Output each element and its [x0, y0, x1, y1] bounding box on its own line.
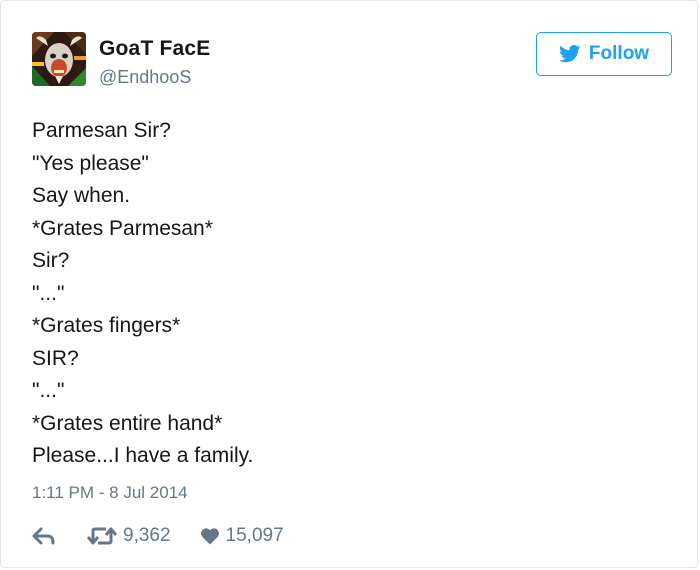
retweet-count: 9,362 [123, 525, 171, 546]
goat-face-avatar-icon [32, 32, 86, 86]
tweet-line: *Grates Parmesan* [32, 216, 213, 240]
tweet-line: Sir? [32, 249, 70, 272]
reply-button[interactable] [32, 527, 56, 545]
tweet-line: SIR? [32, 346, 79, 370]
tweet-actions: 9,362 15,097 [32, 523, 284, 549]
like-count: 15,097 [225, 525, 284, 546]
author-name[interactable]: GoaT FacE [99, 37, 211, 61]
heart-icon [200, 528, 219, 545]
like-button[interactable]: 15,097 [200, 525, 284, 547]
tweet-timestamp[interactable]: 1:11 PM - 8 Jul 2014 [32, 483, 188, 503]
reply-icon [32, 527, 55, 545]
tweet-card: GoaT FacE @EndhooS Follow Parmesan Sir? … [0, 0, 698, 568]
tweet-line: Please...I have a family. [32, 444, 254, 467]
tweet-line: Say when. [32, 184, 131, 207]
tweet-line: "Yes please" [32, 151, 149, 175]
tweet-text: Parmesan Sir? "Yes please" Say when. *Gr… [32, 115, 672, 473]
tweet-line: *Grates entire hand* [32, 411, 223, 435]
retweet-icon [87, 527, 117, 545]
tweet-line: "..." [32, 379, 65, 402]
tweet-line: Parmesan Sir? [32, 119, 171, 142]
tweet-line: "..." [32, 281, 65, 305]
tweet-line: *Grates fingers* [32, 314, 181, 337]
retweet-button[interactable]: 9,362 [87, 525, 171, 547]
twitter-bird-icon [559, 45, 581, 63]
follow-button-label: Follow [588, 43, 650, 64]
follow-button[interactable]: Follow [536, 32, 672, 76]
author-handle[interactable]: @EndhooS [99, 67, 191, 88]
avatar[interactable] [32, 32, 86, 86]
